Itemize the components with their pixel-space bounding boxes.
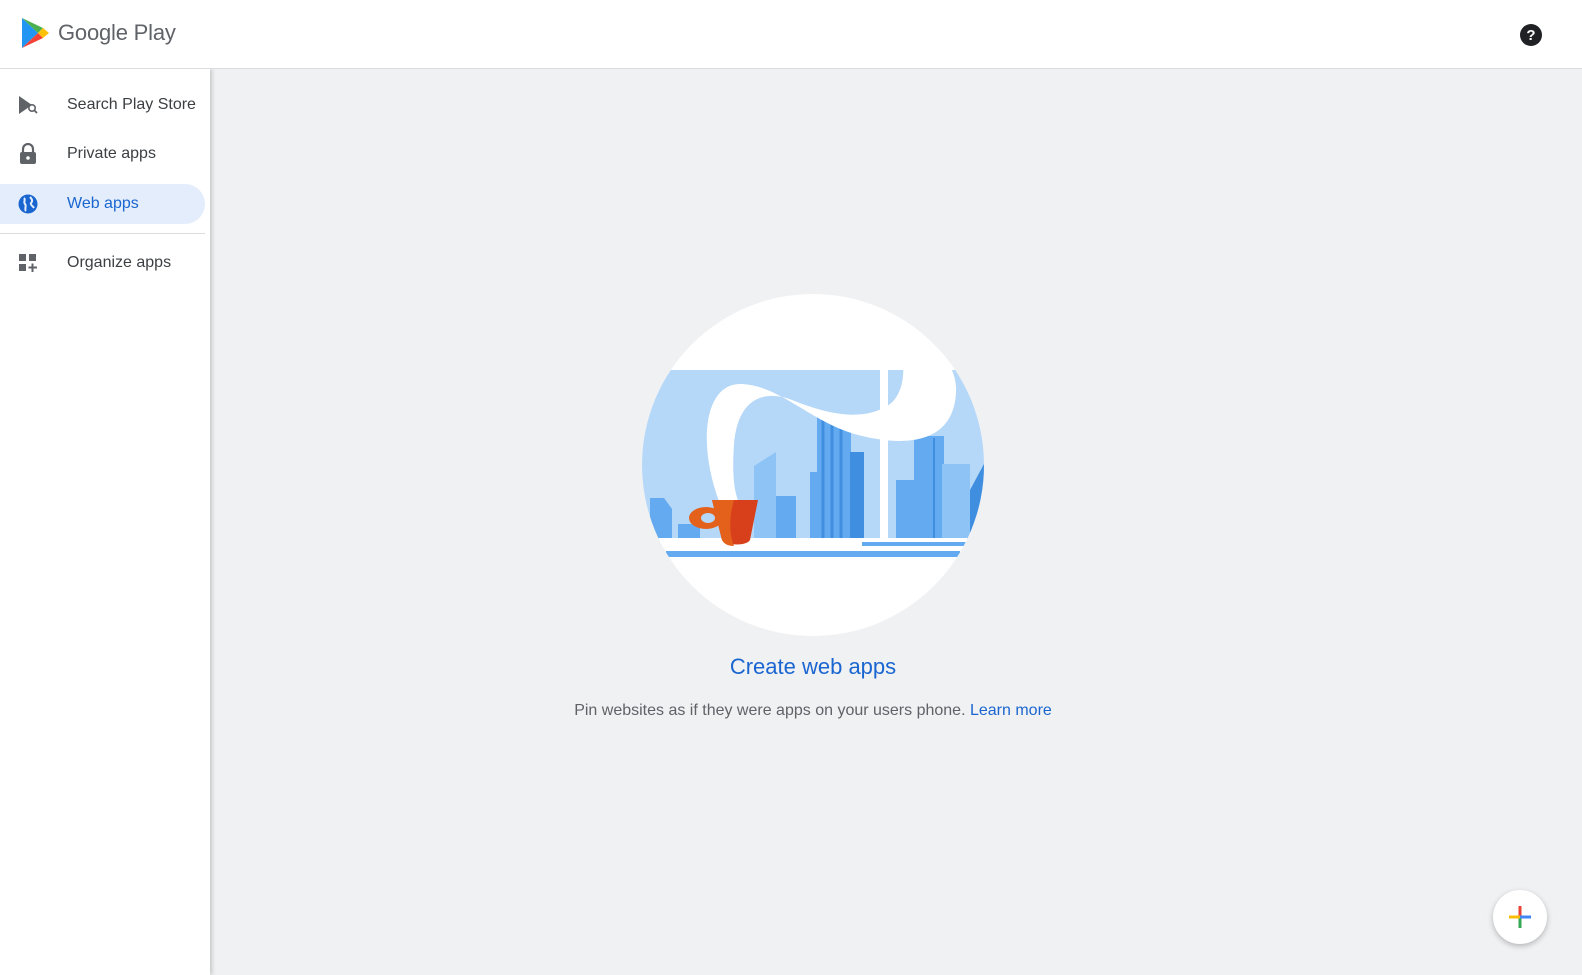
top-app-bar: Google Play ? — [0, 0, 1582, 69]
sidebar-item-private-apps[interactable]: Private apps — [0, 134, 205, 174]
add-web-app-button[interactable] — [1493, 890, 1547, 944]
sidebar-item-organize-apps[interactable]: Organize apps — [0, 243, 205, 283]
learn-more-link[interactable]: Learn more — [970, 702, 1052, 719]
sidebar-item-search-play-store[interactable]: Search Play Store — [0, 85, 205, 125]
play-search-icon — [18, 95, 38, 115]
help-icon[interactable]: ? — [1520, 24, 1542, 46]
sidebar-item-label: Private apps — [67, 145, 156, 162]
sidebar-item-label: Organize apps — [67, 254, 172, 271]
lock-icon — [18, 143, 38, 164]
city-skyline-coffee-illustration — [642, 294, 984, 636]
logo-text: Google Play — [58, 20, 176, 45]
description-text: Pin websites as if they were apps on you… — [574, 702, 966, 719]
sidebar-item-label: Search Play Store — [67, 96, 196, 113]
sidebar-item-label: Web apps — [67, 195, 139, 212]
empty-state-description: Pin websites as if they were apps on you… — [0, 702, 1582, 720]
google-play-logo[interactable]: Google Play — [20, 16, 176, 50]
grid-add-icon — [18, 253, 38, 273]
play-logo-icon — [22, 18, 49, 48]
help-glyph: ? — [1526, 26, 1536, 44]
sidebar: Search Play Store Private apps Web apps — [0, 69, 210, 975]
sidebar-item-web-apps[interactable]: Web apps — [0, 184, 205, 224]
sidebar-divider — [0, 233, 205, 234]
globe-icon — [18, 194, 38, 214]
plus-icon — [1509, 906, 1531, 928]
empty-state-title: Create web apps — [729, 654, 897, 679]
